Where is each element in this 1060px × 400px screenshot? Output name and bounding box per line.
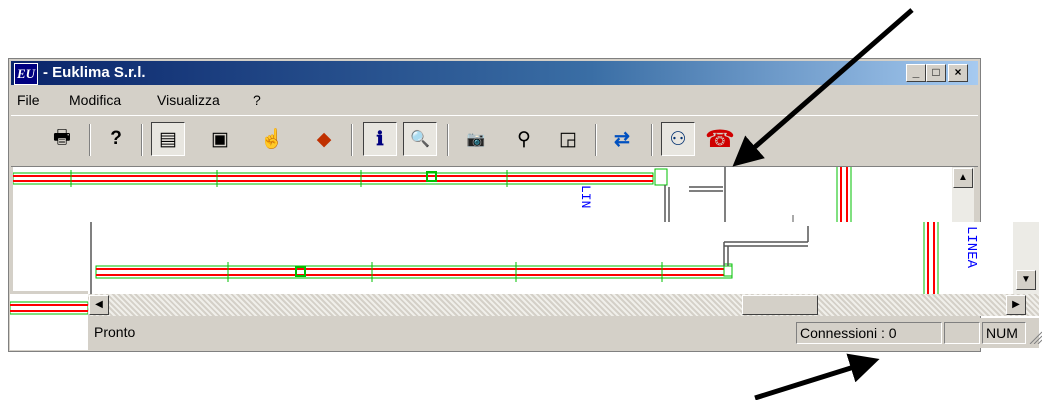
info-search-icon: 🔍 xyxy=(410,131,430,148)
network-button[interactable]: ⚇ xyxy=(661,122,695,156)
swap-button[interactable]: ⇄ xyxy=(605,122,639,156)
status-text: Pronto xyxy=(94,324,136,340)
window-lower-capture: LINEA ▼ ◀ ▶ Pronto Connessioni : 0 NUM xyxy=(88,222,1044,350)
find-button[interactable]: ⚲ xyxy=(507,122,541,156)
drawing-canvas-lower[interactable]: LINEA xyxy=(88,222,1013,294)
toolbar: 🖶 ? ▤ ▣ ☝ ◆ ℹ 🔍 📷 ⚲ ◲ ⇄ ⚇ ☎ xyxy=(11,115,978,167)
vertical-cable xyxy=(923,222,939,294)
print-button[interactable]: 🖶 xyxy=(45,122,79,156)
title-bar[interactable]: EU - Euklima S.r.l. _ □ × xyxy=(11,61,978,85)
printer-icon: 🖶 xyxy=(53,127,71,148)
canvas-drawing-lower: LINEA xyxy=(90,222,979,294)
pointer-button[interactable]: ☝ xyxy=(255,122,289,156)
num-lock-indicator: NUM xyxy=(982,322,1026,344)
form-button[interactable]: ▤ xyxy=(151,122,185,156)
telephone-button[interactable]: ☎ xyxy=(703,122,737,156)
toolbar-separator xyxy=(351,124,353,156)
toolbar-separator xyxy=(447,124,449,156)
view-button[interactable]: ▣ xyxy=(203,122,237,156)
menu-help[interactable]: ? xyxy=(253,92,261,108)
cable-line xyxy=(13,170,654,187)
monitor-icon: ▣ xyxy=(211,128,229,150)
canvas-label-top: LIN xyxy=(578,185,593,208)
app-logo-icon: EU xyxy=(14,63,38,85)
scroll-right-arrow-icon[interactable]: ▶ xyxy=(1006,295,1026,315)
toolbar-separator xyxy=(595,124,597,156)
minimize-button[interactable]: _ xyxy=(906,64,926,82)
resize-grip-icon[interactable] xyxy=(1028,330,1042,344)
canvas-label-right: LINEA xyxy=(963,226,979,269)
status-pane-empty xyxy=(944,322,980,344)
binoculars-icon: ⚲ xyxy=(517,128,531,150)
close-button[interactable]: × xyxy=(948,64,968,82)
scroll-up-arrow-icon[interactable]: ▲ xyxy=(953,168,973,188)
vertical-scrollbar-lower[interactable]: ▼ xyxy=(1013,222,1039,294)
swap-arrows-icon: ⇄ xyxy=(614,128,630,150)
chart-icon: ◲ xyxy=(559,128,577,150)
info-icon: ℹ xyxy=(376,128,384,150)
form-edit-icon: ▤ xyxy=(159,128,177,150)
toolbar-separator xyxy=(141,124,143,156)
telephone-icon: ☎ xyxy=(705,125,735,153)
horizontal-scroll-thumb[interactable] xyxy=(742,295,818,315)
connections-status: Connessioni : 0 xyxy=(796,322,942,344)
network-icon: ⚇ xyxy=(669,128,687,150)
info-search-button[interactable]: 🔍 xyxy=(403,122,437,156)
shapes-icon: ◆ xyxy=(316,128,332,150)
annotation-arrow-bottom xyxy=(754,353,880,400)
menu-modifica[interactable]: Modifica xyxy=(69,92,121,108)
cable-fragment xyxy=(9,301,89,315)
maximize-button[interactable]: □ xyxy=(926,64,946,82)
chart-button[interactable]: ◲ xyxy=(551,122,585,156)
window-title: - Euklima S.r.l. xyxy=(43,64,146,81)
objects-button[interactable]: ◆ xyxy=(307,122,341,156)
toolbar-separator xyxy=(89,124,91,156)
building-walls xyxy=(723,226,809,266)
menu-bar: File Modifica Visualizza ? xyxy=(11,87,978,113)
toolbar-separator xyxy=(651,124,653,156)
camera-icon: 📷 xyxy=(466,131,486,148)
cable-line xyxy=(90,222,733,294)
canvas-fragment-left xyxy=(9,294,89,350)
scroll-down-arrow-icon[interactable]: ▼ xyxy=(1016,270,1036,290)
status-bar: Pronto Connessioni : 0 NUM xyxy=(88,318,1042,348)
help-button[interactable]: ? xyxy=(99,122,133,156)
horizontal-scrollbar[interactable]: ◀ ▶ xyxy=(88,294,1039,316)
menu-file[interactable]: File xyxy=(17,92,40,108)
camera-button[interactable]: 📷 xyxy=(459,122,493,156)
scroll-left-arrow-icon[interactable]: ◀ xyxy=(89,295,109,315)
help-question-icon: ? xyxy=(110,128,122,149)
hand-pointer-icon: ☝ xyxy=(260,129,284,150)
info-button[interactable]: ℹ xyxy=(363,122,397,156)
menu-visualizza[interactable]: Visualizza xyxy=(157,92,220,108)
